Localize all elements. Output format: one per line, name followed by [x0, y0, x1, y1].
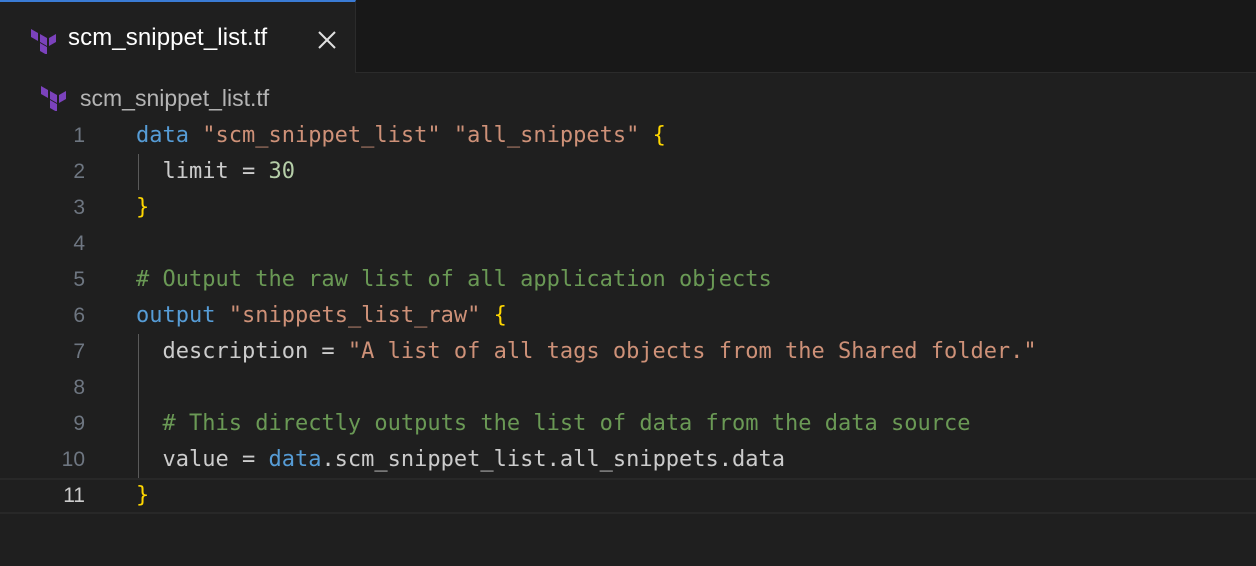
- code-text: value = data.scm_snippet_list.all_snippe…: [136, 442, 785, 478]
- code-token: 30: [268, 159, 295, 184]
- line-number: 2: [73, 160, 85, 183]
- code-line[interactable]: 5 # Output the raw list of all applicatio…: [0, 262, 1256, 298]
- code-text: # This directly outputs the list of data…: [136, 406, 971, 442]
- code-line[interactable]: 2 limit = 30: [0, 154, 1256, 190]
- line-number: 10: [61, 448, 85, 471]
- code-text: description = "A list of all tags object…: [136, 334, 1037, 370]
- line-number: 4: [73, 232, 85, 255]
- line-number: 9: [73, 412, 85, 435]
- code-text: }: [136, 480, 149, 512]
- line-number: 3: [73, 196, 85, 219]
- code-line[interactable]: 11}: [0, 478, 1256, 514]
- close-icon[interactable]: [316, 29, 338, 51]
- code-token: description =: [136, 339, 348, 364]
- code-line[interactable]: 6 output "snippets_list_raw" {: [0, 298, 1256, 334]
- code-text: }: [136, 190, 149, 226]
- line-number: 11: [63, 484, 85, 507]
- code-line[interactable]: 3}: [0, 190, 1256, 226]
- code-token: "A list of all tags objects from the Sha…: [347, 339, 1037, 364]
- code-token: "scm_snippet_list": [202, 123, 441, 148]
- tab-label: scm_snippet_list.tf: [68, 24, 268, 51]
- line-number: 7: [73, 340, 85, 363]
- code-line[interactable]: 10 value = data.scm_snippet_list.all_sni…: [0, 442, 1256, 478]
- code-token: data: [268, 447, 322, 472]
- code-text: limit = 30: [136, 154, 295, 190]
- code-line[interactable]: 1 data "scm_snippet_list" "all_snippets" …: [0, 118, 1256, 154]
- code-line[interactable]: 8: [0, 370, 1256, 406]
- code-text: # Output the raw list of all application…: [136, 262, 772, 298]
- breadcrumb-filename[interactable]: scm_snippet_list.tf: [80, 85, 269, 112]
- code-token: limit =: [136, 159, 269, 184]
- code-line[interactable]: 4: [0, 226, 1256, 262]
- code-token: }: [136, 195, 150, 220]
- code-line[interactable]: 9 # This directly outputs the list of da…: [0, 406, 1256, 442]
- line-number: 1: [73, 124, 85, 147]
- editor-tab[interactable]: scm_snippet_list.tf: [0, 0, 356, 73]
- code-token: .scm_snippet_list.all_snippets.data: [321, 447, 786, 472]
- code-token: data: [136, 123, 189, 148]
- code-token: # This directly outputs the list of data…: [162, 411, 971, 436]
- code-token: }: [136, 483, 150, 508]
- terraform-icon: [41, 86, 66, 111]
- code-token: {: [652, 123, 666, 148]
- code-text: output "snippets_list_raw" {: [136, 298, 507, 334]
- code-token: {: [493, 303, 507, 328]
- line-number: 6: [73, 304, 85, 327]
- code-token: output: [136, 303, 216, 328]
- tab-bar: scm_snippet_list.tf: [0, 0, 1256, 73]
- breadcrumb: scm_snippet_list.tf: [0, 78, 1256, 116]
- code-token: "all_snippets": [453, 123, 640, 148]
- code-token: value =: [136, 447, 269, 472]
- code-token: "snippets_list_raw": [228, 303, 481, 328]
- line-number: 5: [73, 268, 85, 291]
- code-editor[interactable]: 1 data "scm_snippet_list" "all_snippets" …: [0, 118, 1256, 514]
- line-number: 8: [73, 376, 85, 399]
- code-text: data "scm_snippet_list" "all_snippets" {: [136, 118, 666, 154]
- code-token: # Output the raw list of all application…: [136, 267, 772, 292]
- code-line[interactable]: 7 description = "A list of all tags obje…: [0, 334, 1256, 370]
- terraform-icon: [31, 29, 56, 54]
